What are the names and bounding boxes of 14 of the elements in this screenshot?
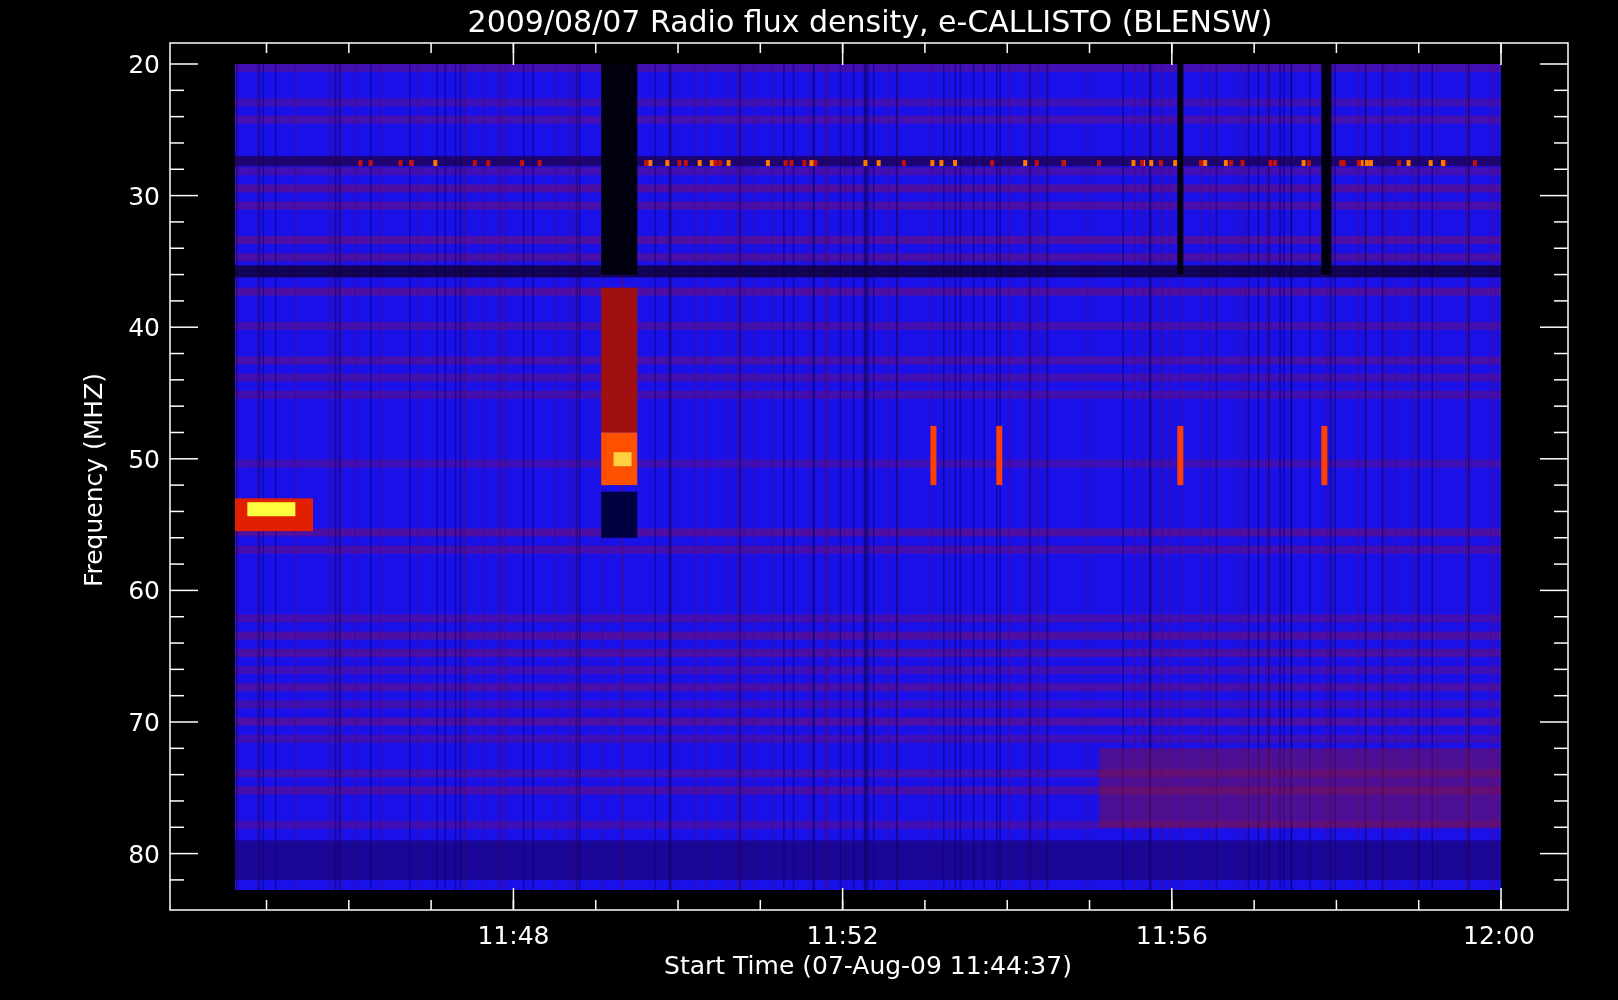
y-tick-label: 20 [128,50,160,79]
chart-title: 2009/08/07 Radio flux density, e-CALLISTO (BLENSW) [467,4,1273,39]
x-tick-label: 12:00 [1463,921,1536,950]
y-tick-label: 30 [128,181,160,211]
x-axis-label: Start Time (07-Aug-09 11:44:37) [664,951,1072,980]
y-tick-label: 60 [128,576,160,606]
y-tick-label: 80 [128,839,160,869]
y-tick-label: 50 [128,444,160,474]
y-axis-label: Frequency (MHZ) [79,372,108,588]
y-tick-label: 40 [128,313,160,343]
y-tick-label: 70 [128,708,160,737]
x-tick-label: 11:56 [1135,921,1208,950]
x-tick-label: 11:48 [477,921,550,950]
x-tick-label: 11:52 [806,921,879,950]
